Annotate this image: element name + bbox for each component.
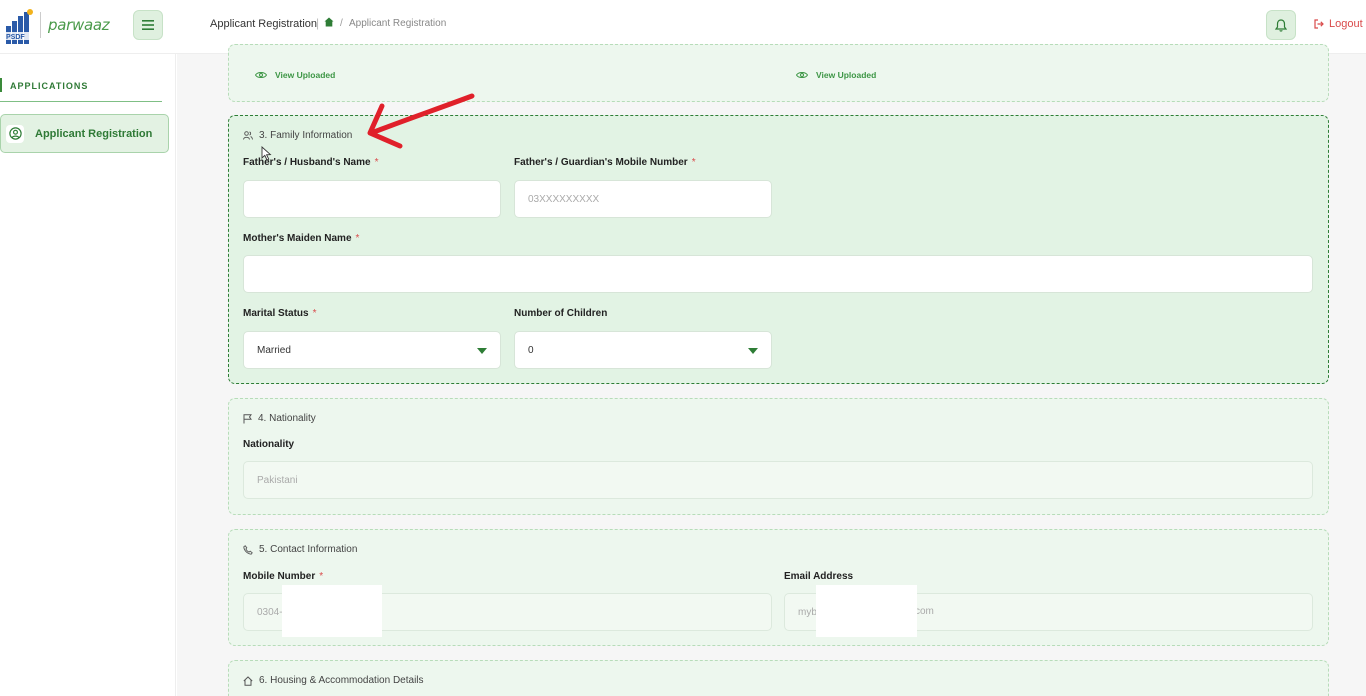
logout-link[interactable]: Logout <box>1314 18 1363 30</box>
required-mark: * <box>319 571 324 582</box>
children-count-select[interactable]: 0 <box>514 331 772 369</box>
psdf-logo-icon: PSDF <box>5 9 33 45</box>
eye-icon <box>255 71 267 79</box>
contact-section-title: 5. Contact Information <box>243 544 357 555</box>
notifications-button[interactable] <box>1266 10 1296 40</box>
required-mark: * <box>355 233 360 244</box>
breadcrumb-current: Applicant Registration <box>349 18 447 29</box>
mobile-number-label: Mobile Number * <box>243 571 323 582</box>
father-name-input[interactable] <box>243 180 501 218</box>
sidebar-item-applicant-registration[interactable]: Applicant Registration <box>0 114 169 153</box>
menu-toggle-button[interactable] <box>133 10 163 40</box>
logo-divider <box>40 12 41 38</box>
children-count-label: Number of Children <box>514 308 607 319</box>
view-uploaded-label-2: View Uploaded <box>816 70 877 80</box>
view-uploaded-label-1: View Uploaded <box>275 70 336 80</box>
required-mark: * <box>312 308 317 319</box>
nationality-input[interactable]: Pakistani <box>243 461 1313 499</box>
caret-down-icon <box>748 348 758 354</box>
nationality-section-title: 4. Nationality <box>243 413 316 424</box>
housing-section-title-text: 6. Housing & Accommodation Details <box>259 675 424 686</box>
breadcrumb-divider: | <box>316 16 320 30</box>
sidebar-item-label: Applicant Registration <box>35 127 153 140</box>
phone-icon <box>243 544 253 555</box>
sidebar-divider <box>0 101 162 102</box>
guardian-mobile-input[interactable]: 03XXXXXXXXX <box>514 180 772 218</box>
marital-status-label-text: Marital Status <box>243 308 309 319</box>
flag-icon <box>243 413 252 423</box>
page-title: Applicant Registration <box>210 18 318 30</box>
logout-label: Logout <box>1329 18 1363 30</box>
user-circle-icon <box>6 124 24 143</box>
house-icon <box>243 675 253 686</box>
brand-logo: parwaaz <box>48 16 110 34</box>
required-mark: * <box>691 157 696 168</box>
mobile-number-value: 0304- <box>257 606 283 618</box>
email-label: Email Address <box>784 571 854 582</box>
redaction-box <box>816 585 917 637</box>
home-icon[interactable] <box>324 17 334 27</box>
contact-section-title-text: 5. Contact Information <box>259 544 358 555</box>
family-section-title: 3. Family Information <box>243 130 352 141</box>
housing-section-title: 6. Housing & Accommodation Details <box>243 675 424 686</box>
view-uploaded-link-1[interactable]: View Uploaded <box>255 70 335 80</box>
eye-icon <box>796 71 808 79</box>
guardian-mobile-placeholder: 03XXXXXXXXX <box>528 193 600 205</box>
logout-icon <box>1314 19 1324 29</box>
nationality-section-title-text: 4. Nationality <box>258 413 316 424</box>
mother-name-label: Mother's Maiden Name * <box>243 233 359 244</box>
view-uploaded-link-2[interactable]: View Uploaded <box>796 70 876 80</box>
mobile-number-label-text: Mobile Number <box>243 571 316 582</box>
bell-icon <box>1275 18 1287 32</box>
mother-name-label-text: Mother's Maiden Name <box>243 233 352 244</box>
nationality-label: Nationality <box>243 439 295 450</box>
children-count-value: 0 <box>528 344 534 356</box>
sidebar-heading-marker <box>0 78 2 92</box>
email-value: myb <box>798 606 817 618</box>
redaction-box <box>282 585 382 637</box>
sidebar-heading: APPLICATIONS <box>10 81 89 91</box>
nationality-value: Pakistani <box>257 474 298 486</box>
guardian-mobile-label: Father's / Guardian's Mobile Number * <box>514 157 696 168</box>
mouse-cursor-icon <box>261 146 272 161</box>
users-icon <box>243 131 253 140</box>
marital-status-value: Married <box>257 344 291 356</box>
annotation-arrow-icon <box>367 93 475 149</box>
guardian-mobile-label-text: Father's / Guardian's Mobile Number <box>514 157 688 168</box>
psdf-logo-text: PSDF <box>6 34 25 41</box>
breadcrumb-slash: / <box>340 18 343 29</box>
children-count-label-text: Number of Children <box>514 308 608 319</box>
marital-status-select[interactable]: Married <box>243 331 501 369</box>
marital-status-label: Marital Status * <box>243 308 316 319</box>
caret-down-icon <box>477 348 487 354</box>
family-section-title-text: 3. Family Information <box>259 130 353 141</box>
hamburger-icon <box>142 20 154 30</box>
required-mark: * <box>374 157 379 168</box>
mother-name-input[interactable] <box>243 255 1313 293</box>
